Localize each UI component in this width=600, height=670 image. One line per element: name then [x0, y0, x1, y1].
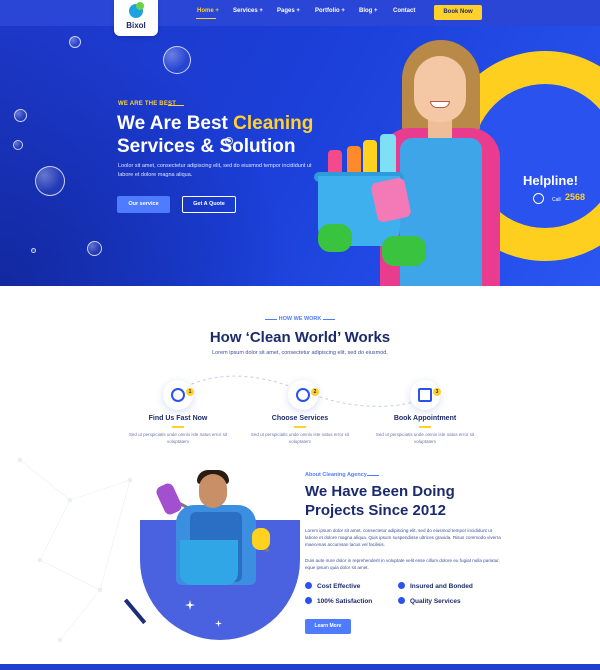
- nav-item-contact[interactable]: Contact: [393, 8, 415, 14]
- book-now-button[interactable]: Book Now: [434, 5, 482, 20]
- step-3-title: Book Appointment: [393, 415, 457, 422]
- nav-item-portfolio[interactable]: Portfolio +: [315, 8, 345, 14]
- feature-quality: Quality Services: [398, 597, 461, 605]
- check-circle-icon: [305, 597, 312, 604]
- bubble-decoration: [13, 140, 23, 150]
- step-3-icon-circle: 3: [410, 380, 441, 410]
- feature-cost-effective: Cost Effective: [305, 582, 360, 590]
- step-2-title: Choose Services: [271, 415, 329, 422]
- step-2-icon-circle: 2: [288, 380, 319, 410]
- get-a-quote-button[interactable]: Get A Quote: [182, 196, 236, 213]
- feature-satisfaction: 100% Satisfaction: [305, 597, 372, 605]
- learn-more-button[interactable]: Learn More: [305, 619, 351, 634]
- step-3-desc: Sed ut perspiciatis unde omnis iste natu…: [375, 432, 475, 444]
- bubble-decoration: [14, 109, 27, 122]
- about-paragraph-2: Duis aute irure dolor in reprehenderit i…: [305, 558, 500, 570]
- helpline-title: Helpline!: [523, 173, 578, 188]
- hero-title-highlight: Cleaning: [233, 113, 314, 134]
- call-label: Call: [552, 197, 561, 203]
- calendar-icon: [418, 388, 432, 402]
- how-title: How ‘Clean World’ Works: [209, 329, 391, 346]
- top-navbar: Home + Services + Pages + Portfolio + Bl…: [0, 0, 600, 26]
- check-circle-icon: [398, 597, 405, 604]
- about-kicker: About Cleaning Agency: [305, 472, 367, 478]
- nav-item-services[interactable]: Services +: [233, 8, 263, 14]
- about-paragraph-1: Lorem ipsum dolor sit amet, consectetur …: [305, 528, 501, 547]
- our-service-button[interactable]: Our service: [117, 196, 170, 213]
- next-section-edge: [0, 664, 600, 670]
- feature-insured: Insured and Bonded: [398, 582, 473, 590]
- check-circle-icon: [398, 582, 405, 589]
- how-kicker: HOW WE WORK: [278, 316, 322, 322]
- bubble-decoration: [31, 248, 36, 253]
- gear-icon: [296, 388, 310, 402]
- nav-active-indicator: [196, 18, 216, 19]
- check-circle-icon: [305, 582, 312, 589]
- about-title: We Have Been Doing Projects Since 2012: [305, 483, 455, 519]
- hero-subtitle: Loolor sit amet, consectetur adipiscing …: [118, 163, 312, 178]
- hero-kicker: WE ARE THE BEST: [118, 101, 177, 107]
- phone-icon: [533, 193, 544, 204]
- brand-name: Bixol: [126, 21, 146, 30]
- bubble-decoration: [35, 166, 65, 196]
- helpline-number[interactable]: 2568: [565, 192, 585, 202]
- search-user-icon: [171, 388, 185, 402]
- step-1-title: Find Us Fast Now: [148, 415, 208, 422]
- nav-item-blog[interactable]: Blog +: [359, 8, 378, 14]
- how-subtitle: Lorem ipsum dolor sit amet, consectetur …: [212, 350, 388, 356]
- hero-section: WE ARE THE BEST We Are Best Cleaning Ser…: [0, 26, 600, 286]
- logo-icon: [129, 2, 144, 18]
- nav-item-home[interactable]: Home +: [197, 8, 219, 14]
- step-1-icon-circle: 1: [163, 380, 194, 410]
- nav-item-pages[interactable]: Pages +: [277, 8, 300, 14]
- brand-logo[interactable]: Bixol: [114, 0, 158, 36]
- bubble-decoration: [163, 46, 191, 74]
- bubble-decoration: [69, 36, 81, 48]
- bubble-decoration: [87, 241, 102, 256]
